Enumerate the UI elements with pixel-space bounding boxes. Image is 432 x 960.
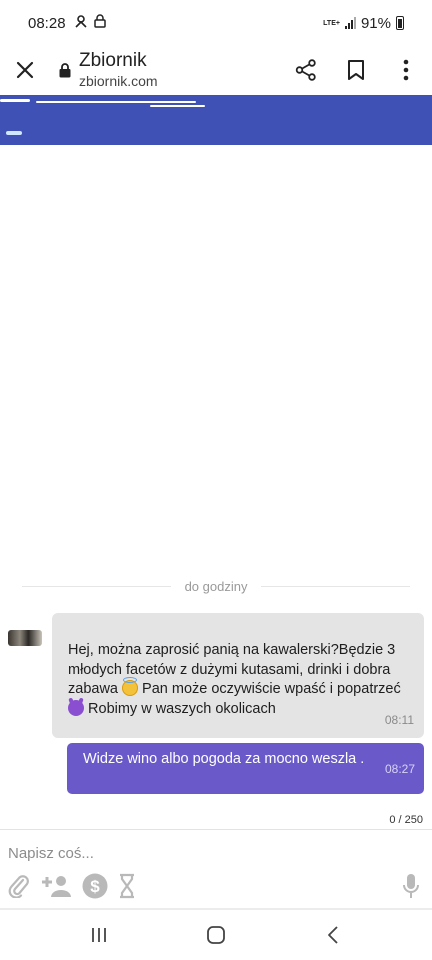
lte-indicator: LTE+ (323, 19, 340, 27)
back-button[interactable] (313, 915, 353, 955)
bookmark-icon (348, 60, 364, 80)
page-info[interactable]: Zbiornik zbiornik.com (79, 50, 158, 90)
dollar-icon: $ (82, 873, 108, 899)
message-input[interactable] (8, 842, 418, 864)
home-icon (207, 926, 225, 944)
avatar[interactable] (8, 630, 42, 646)
divider (0, 829, 432, 830)
compose-actions: $ (8, 872, 428, 900)
smiling-face-with-halo-icon (122, 677, 139, 696)
back-icon (328, 926, 338, 944)
attach-button[interactable] (8, 872, 30, 900)
add-user-icon (42, 876, 71, 897)
payment-button[interactable]: $ (82, 872, 108, 900)
hourglass-icon (120, 873, 134, 899)
recent-apps-icon (91, 928, 106, 942)
microphone-icon (403, 874, 419, 898)
incoming-message: Hej, można zaprosić panią na kawalerski?… (52, 613, 424, 738)
incoming-message-time: 08:11 (384, 713, 414, 727)
status-bar: 08:28 LTE+ 91% (0, 0, 432, 46)
battery-percent: 91% (360, 14, 391, 32)
recent-apps-button[interactable] (79, 915, 119, 955)
smiling-face-with-horns-icon (68, 699, 84, 716)
more-options-button[interactable] (392, 56, 420, 84)
close-icon (16, 61, 34, 79)
svg-text:$: $ (90, 877, 100, 896)
paperclip-icon (8, 875, 29, 898)
outgoing-message-text: Widze wino albo pogoda za mocno weszla . (83, 751, 365, 767)
microphone-button[interactable] (402, 872, 420, 900)
browser-toolbar: Zbiornik zbiornik.com (0, 46, 432, 94)
signal-icon (344, 17, 356, 29)
battery-icon (396, 16, 404, 30)
sync-icon (74, 14, 88, 32)
close-button[interactable] (11, 56, 39, 84)
incoming-message-text: Hej, można zaprosić panią na kawalerski?… (68, 642, 401, 717)
add-user-button[interactable] (40, 872, 72, 900)
share-button[interactable] (292, 56, 320, 84)
secure-lock-icon (57, 61, 73, 79)
more-vert-icon (403, 59, 409, 81)
system-navigation-bar (0, 910, 432, 960)
outgoing-message: Widze wino albo pogoda za mocno weszla .… (67, 743, 424, 794)
status-time: 08:28 (28, 14, 66, 32)
site-header-banner (0, 95, 432, 145)
home-button[interactable] (196, 915, 236, 955)
page-title: Zbiornik (79, 50, 147, 71)
timer-button[interactable] (118, 872, 136, 900)
time-divider: do godziny (22, 578, 411, 594)
time-divider-label: do godziny (184, 578, 248, 594)
bookmark-button[interactable] (342, 56, 370, 84)
share-icon (295, 59, 316, 81)
lock-icon (93, 14, 106, 32)
outgoing-message-time: 08:27 (384, 762, 415, 776)
notification-icons (74, 14, 106, 32)
character-counter: 0 / 250 (389, 814, 423, 826)
page-url: zbiornik.com (79, 73, 158, 89)
